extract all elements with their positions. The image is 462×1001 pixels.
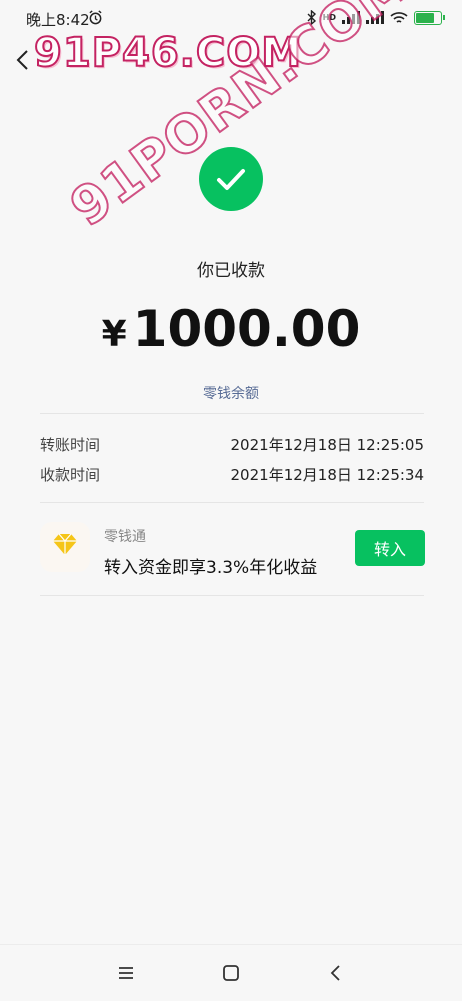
lingqiantong-logo	[40, 522, 90, 572]
detail-label: 转账时间	[40, 436, 101, 454]
amount-value: 1000.00	[132, 300, 361, 358]
alarm-icon	[89, 10, 102, 25]
detail-row-transfer-time: 转账时间 2021年12月18日 12:25:05	[40, 434, 424, 455]
promo-description: 转入资金即享3.3%年化收益	[104, 558, 318, 578]
back-icon[interactable]	[12, 48, 34, 72]
check-icon	[217, 169, 245, 190]
status-time: 晚上8:42	[26, 11, 90, 29]
nav-back-icon[interactable]	[322, 959, 350, 987]
detail-value: 2021年12月18日 12:25:34	[230, 466, 424, 484]
divider	[40, 595, 424, 596]
detail-value: 2021年12月18日 12:25:05	[230, 436, 424, 454]
receipt-title: 你已收款	[197, 261, 265, 281]
currency-symbol: ¥	[101, 314, 127, 355]
detail-row-receive-time: 收款时间 2021年12月18日 12:25:34	[40, 464, 424, 485]
system-nav-bar	[0, 944, 462, 1001]
menu-icon[interactable]	[112, 959, 140, 987]
transfer-in-button[interactable]: 转入	[355, 530, 425, 566]
home-icon[interactable]	[217, 959, 245, 987]
balance-link[interactable]: 零钱余额	[0, 383, 462, 403]
divider	[40, 502, 424, 503]
promo-name: 零钱通	[104, 529, 146, 545]
success-icon	[199, 147, 263, 211]
battery-icon	[414, 10, 445, 25]
divider	[40, 413, 424, 414]
detail-label: 收款时间	[40, 466, 101, 484]
receipt-amount: ¥1000.00	[0, 300, 462, 358]
diamond-icon	[53, 533, 77, 555]
